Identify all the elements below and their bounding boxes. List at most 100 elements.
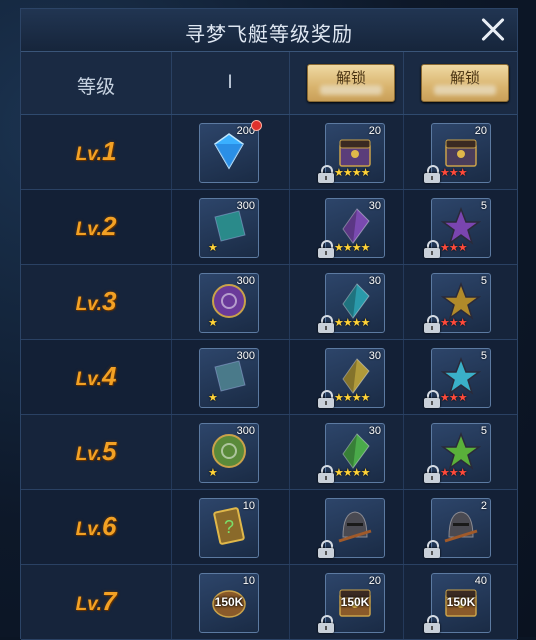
- level-number: 1: [101, 136, 117, 166]
- free-reward-cell: ? 10: [171, 490, 290, 564]
- item-count: 30: [368, 275, 381, 287]
- level-cell: Lv.4: [21, 340, 172, 414]
- level-label: Lv.1: [21, 136, 171, 167]
- treasure-chest-icon: [335, 132, 375, 170]
- level-label: Lv.4: [21, 361, 171, 392]
- reward-item[interactable]: 2: [424, 498, 491, 558]
- reward-item[interactable]: 300 ★: [199, 198, 259, 258]
- level-number: 2: [101, 211, 117, 241]
- close-icon[interactable]: [477, 14, 509, 46]
- reward-item[interactable]: 150K 40: [424, 573, 491, 633]
- header-level: 等级: [21, 52, 172, 114]
- lock-icon: [318, 240, 334, 258]
- level-number: 6: [101, 511, 117, 541]
- lock-icon: [318, 315, 334, 333]
- lock-icon: [424, 315, 440, 333]
- rewards-panel: 寻梦飞艇等级奖励 等级 I 解锁 解锁 Lv.1 200 20 ★★★★ 20 …: [20, 8, 518, 640]
- reward-row: Lv.7 150K 10 150K 20 150K 40: [21, 565, 517, 640]
- lock-icon: [318, 615, 334, 633]
- coin-amount: 150K: [214, 595, 244, 609]
- locked-reward-cell: 5 ★★★: [403, 265, 517, 339]
- level-number: 4: [101, 361, 117, 391]
- reward-item[interactable]: 150K 10: [199, 573, 259, 633]
- lock-icon: [424, 165, 440, 183]
- svg-text:?: ?: [224, 517, 234, 537]
- reward-item[interactable]: 30 ★★★★: [318, 198, 385, 258]
- lock-icon: [424, 390, 440, 408]
- reward-item[interactable]: 20 ★★★★: [318, 123, 385, 183]
- star-rating: ★★★: [440, 392, 468, 404]
- level-prefix: Lv.: [75, 519, 102, 540]
- reward-item[interactable]: 5 ★★★: [424, 423, 491, 483]
- lock-icon: [424, 615, 440, 633]
- reward-item[interactable]: 30 ★★★★: [318, 423, 385, 483]
- green-star-emblem-icon: [440, 431, 482, 470]
- free-reward-cell: 300 ★: [171, 340, 290, 414]
- star-rating: ★★★: [440, 467, 468, 479]
- item-count: 300: [236, 200, 255, 212]
- background: 寻梦飞艇等级奖励 等级 I 解锁 解锁 Lv.1 200 20 ★★★★ 20 …: [0, 0, 536, 640]
- green-crystal-shard-icon: [335, 432, 375, 470]
- item-count: 2: [480, 500, 487, 512]
- level-cell: Lv.1: [21, 115, 172, 189]
- reward-item[interactable]: 5 ★★★: [424, 348, 491, 408]
- level-cell: Lv.2: [21, 190, 172, 264]
- lock-icon: [424, 540, 440, 558]
- reward-row: Lv.1 200 20 ★★★★ 20 ★★★: [21, 115, 517, 190]
- star-rating: ★★★★: [334, 242, 370, 254]
- knight-helmet-icon: [441, 507, 481, 545]
- reward-item[interactable]: 30 ★★★★: [318, 348, 385, 408]
- reward-item[interactable]: 20 ★★★: [424, 123, 491, 183]
- reward-item[interactable]: [318, 498, 385, 558]
- level-label: Lv.5: [21, 436, 171, 467]
- reward-row: Lv.2 300 ★ 30 ★★★★ 5 ★★★: [21, 190, 517, 265]
- free-reward-cell: 200: [171, 115, 290, 189]
- unlock-tier2-button[interactable]: 解锁: [421, 64, 509, 102]
- item-count: 300: [236, 275, 255, 287]
- mystery-card-icon: ?: [209, 507, 249, 545]
- level-number: 3: [101, 286, 117, 316]
- purple-star-emblem-icon: [440, 206, 482, 245]
- stone-wedge-icon: [209, 357, 249, 395]
- title-bar: 寻梦飞艇等级奖励: [21, 9, 517, 52]
- item-count: 10: [242, 575, 255, 587]
- locked-reward-cell: 5 ★★★: [403, 415, 517, 489]
- header-free: I: [171, 52, 290, 114]
- locked-reward-cell: 30 ★★★★: [289, 265, 404, 339]
- item-count: 5: [480, 425, 487, 437]
- level-label: Lv.7: [21, 586, 171, 617]
- locked-reward-cell: 5 ★★★: [403, 190, 517, 264]
- unlock-tier1-button[interactable]: 解锁: [307, 64, 395, 102]
- level-label: Lv.2: [21, 211, 171, 242]
- lock-icon: [424, 240, 440, 258]
- reward-item[interactable]: 5 ★★★: [424, 273, 491, 333]
- star-rating: ★: [208, 392, 218, 404]
- reward-item[interactable]: 30 ★★★★: [318, 273, 385, 333]
- reward-item[interactable]: 5 ★★★: [424, 198, 491, 258]
- item-count: 5: [480, 350, 487, 362]
- locked-reward-cell: 20 ★★★★: [289, 115, 404, 189]
- level-prefix: Lv.: [75, 144, 102, 165]
- blurred-price: [320, 85, 382, 95]
- level-cell: Lv.5: [21, 415, 172, 489]
- reward-item[interactable]: 200: [199, 120, 262, 183]
- free-column-label: I: [227, 72, 233, 93]
- free-reward-cell: 150K 10: [171, 565, 290, 639]
- reward-item[interactable]: 300 ★: [199, 348, 259, 408]
- level-cell: Lv.6: [21, 490, 172, 564]
- reward-item[interactable]: 150K 20: [318, 573, 385, 633]
- item-count: 30: [368, 200, 381, 212]
- level-prefix: Lv.: [75, 294, 102, 315]
- reward-item[interactable]: 300 ★: [199, 423, 259, 483]
- reward-row: Lv.6 ? 10 2: [21, 490, 517, 565]
- reward-item[interactable]: 300 ★: [199, 273, 259, 333]
- level-cell: Lv.3: [21, 265, 172, 339]
- teal-crystal-shard-icon: [335, 282, 375, 320]
- level-number: 7: [101, 586, 117, 616]
- coin-amount: 150K: [340, 595, 370, 609]
- reward-item[interactable]: ? 10: [199, 498, 259, 558]
- star-rating: ★: [208, 242, 218, 254]
- reward-row: Lv.4 300 ★ 30 ★★★★ 5 ★★★: [21, 340, 517, 415]
- purple-rune-disc-icon: [209, 282, 249, 320]
- blurred-price: [434, 85, 496, 95]
